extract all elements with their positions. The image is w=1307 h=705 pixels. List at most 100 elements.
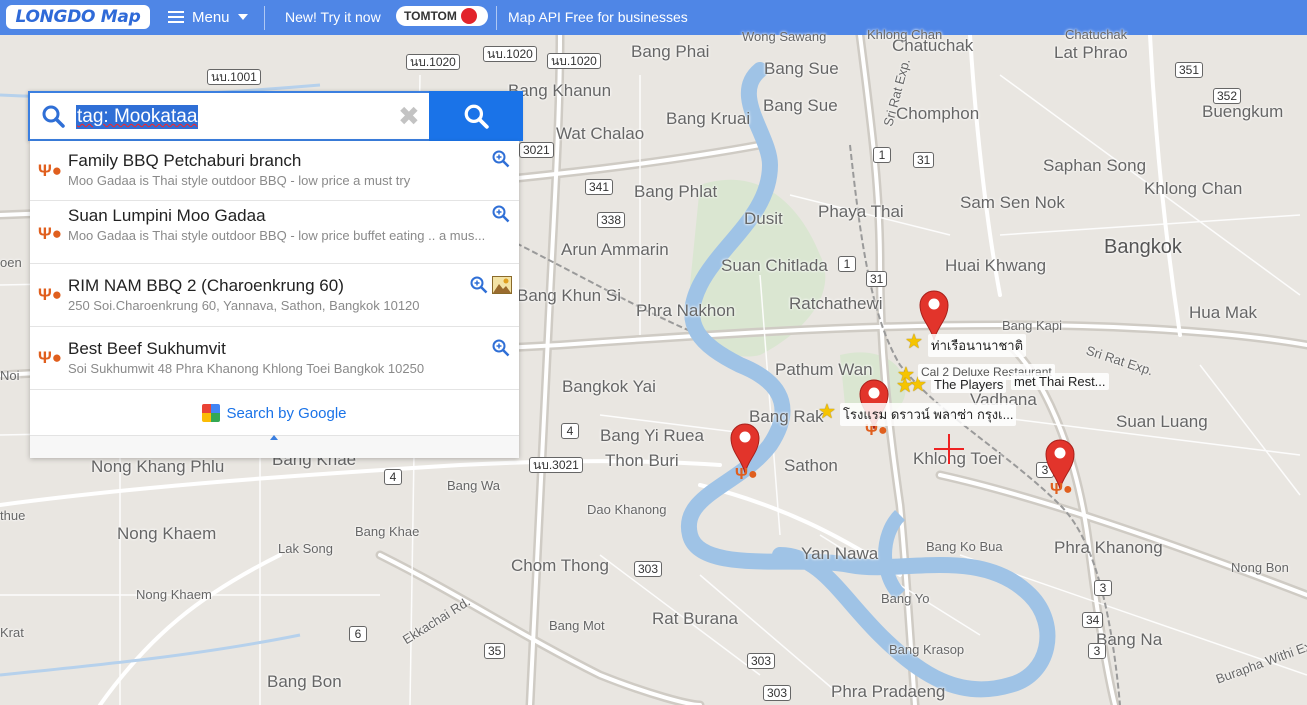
route-shield: 351 (1175, 62, 1204, 78)
search-icon (464, 104, 489, 129)
map-place-label: Bang Yi Ruea (600, 426, 704, 445)
zoom-in-icon[interactable] (492, 339, 510, 357)
result-name[interactable]: Family BBQ Petchaburi branch (68, 151, 301, 171)
zoom-in-icon[interactable] (492, 150, 510, 168)
star-poi-icon[interactable]: ★ (905, 332, 923, 352)
search-button[interactable] (429, 91, 523, 141)
restaurant-icon: Ψ● (38, 161, 63, 180)
map-place-label: Lak Song (278, 541, 333, 556)
map-place-label: Bang Phai (631, 42, 710, 61)
tomtom-badge[interactable]: TOMTOM (396, 6, 488, 26)
panel-collapse-handle[interactable] (30, 435, 519, 458)
map-place-label: Khlong Chan (867, 27, 943, 42)
map-place-label: Chatuchak (1065, 27, 1128, 42)
map-api-link[interactable]: Map API Free for businesses (508, 9, 688, 25)
map-place-label: Bang Phlat (634, 182, 718, 201)
map-place-label: Huai Khwang (945, 256, 1047, 275)
route-shield: 34 (1082, 612, 1104, 628)
map-place-label: Nong Khaem (117, 524, 217, 543)
map-place-label: Nong Khaem (136, 587, 212, 602)
poi-label[interactable]: ท่าเรือนานาชาติ (928, 334, 1027, 357)
route-shield: 31 (913, 152, 935, 168)
star-poi-icon[interactable]: ★ (818, 402, 836, 422)
star-poi-icon[interactable]: ★ (896, 376, 914, 396)
route-shield: นบ.1020 (547, 53, 601, 69)
result-item[interactable]: Ψ● Best Beef Sukhumvit Soi Sukhumwit 48 … (30, 326, 519, 390)
divider (264, 6, 265, 30)
result-name[interactable]: Best Beef Sukhumvit (68, 339, 226, 359)
route-shield: 31 (866, 271, 888, 287)
map-place-label: Wong Sawang (742, 29, 827, 44)
map-place-label: Bang Wa (447, 478, 500, 493)
map-place-label: Rat Burana (652, 609, 738, 628)
search-input[interactable]: tag: Mookataa (76, 105, 199, 129)
result-description: Moo Gadaa is Thai style outdoor BBQ - lo… (68, 228, 486, 243)
photo-icon[interactable] (492, 276, 512, 294)
clear-search-icon[interactable]: ✖ (398, 102, 420, 130)
route-shield: 35 (484, 643, 506, 659)
route-shield: 6 (349, 626, 367, 642)
promo-text[interactable]: New! Try it now (285, 9, 381, 25)
longdo-logo[interactable]: LONGDO Map (6, 5, 150, 29)
menu-label: Menu (192, 8, 230, 26)
poi-label[interactable]: The Players (931, 376, 1007, 393)
zoom-in-icon[interactable] (470, 276, 488, 294)
result-item[interactable]: Ψ● Suan Lumpini Moo Gadaa Moo Gadaa is T… (30, 200, 519, 264)
result-name[interactable]: RIM NAM BBQ 2 (Charoenkrung 60) (68, 276, 344, 296)
map-place-label: Bang Bon (267, 672, 342, 691)
route-shield: 303 (747, 653, 776, 669)
result-item[interactable]: Ψ● RIM NAM BBQ 2 (Charoenkrung 60) 250 S… (30, 263, 519, 327)
result-description: Soi Sukhumwit 48 Phra Khanong Khlong Toe… (68, 361, 425, 376)
route-shield: 4 (384, 469, 402, 485)
poi-label[interactable]: met Thai Rest... (1011, 373, 1109, 390)
route-shield: 303 (763, 685, 792, 701)
route-shield: นบ.1020 (483, 46, 537, 62)
tomtom-logo-icon (460, 8, 477, 24)
menu-button[interactable]: Menu (168, 6, 248, 28)
map-place-label: Bang Khae (355, 524, 420, 539)
restaurant-icon: Ψ● (38, 285, 63, 304)
route-shield: 4 (561, 423, 579, 439)
map-place-label: Bang Mot (549, 618, 605, 633)
search-box: tag: Mookataa ✖ (28, 91, 523, 141)
restaurant-icon[interactable]: Ψ● (1050, 481, 1073, 499)
map-place-label: Bang Kapi (1002, 318, 1062, 333)
map-place-label: Buengkum (1202, 102, 1284, 121)
route-shield: 3021 (519, 142, 554, 158)
route-shield: 352 (1213, 88, 1242, 104)
restaurant-icon[interactable]: Ψ● (735, 466, 758, 484)
map-place-label: Bang Sue (763, 96, 838, 115)
map-place-label: Noi (0, 368, 20, 383)
map-place-label: Nong Bon (1231, 560, 1289, 575)
result-item[interactable]: Ψ● Family BBQ Petchaburi branch Moo Gada… (30, 141, 519, 201)
result-description: Moo Gadaa is Thai style outdoor BBQ - lo… (68, 173, 411, 188)
search-by-google-button[interactable]: Search by Google (30, 391, 519, 435)
map-place-label: Phaya Thai (818, 202, 904, 221)
map-place-label: Dusit (744, 209, 783, 228)
route-shield: 303 (634, 561, 663, 577)
chevron-down-icon (237, 14, 248, 20)
map-place-label: Pathum Wan (775, 360, 873, 379)
map-place-label: Nong Khang Phlu (91, 457, 225, 476)
map-place-label: Saphan Song (1043, 156, 1147, 175)
zoom-in-icon[interactable] (492, 205, 510, 223)
map-place-label: Bangkok Yai (562, 377, 656, 396)
map-place-label: Sam Sen Nok (960, 193, 1065, 212)
result-name[interactable]: Suan Lumpini Moo Gadaa (68, 206, 266, 226)
route-shield: 1 (873, 147, 891, 163)
map-place-label: Bang Rak (749, 407, 824, 426)
map-place-label: Lat Phrao (1054, 43, 1128, 62)
route-shield: นบ.3021 (529, 457, 583, 473)
map-place-label: thue (0, 508, 26, 523)
map-place-label: Bang Khanun (508, 81, 612, 100)
google-icon (202, 404, 221, 422)
map-place-label: Bang Yo (881, 591, 930, 606)
chevron-up-icon (270, 435, 278, 440)
hamburger-icon (168, 11, 184, 23)
map-place-label: oen (0, 255, 22, 270)
map-place-label: Bang Kruai (666, 109, 751, 128)
map-place-label: Phra Nakhon (636, 301, 736, 320)
poi-label[interactable]: โรงแรม ดราวน์ พลาซ่า กรุงเ... (840, 403, 1017, 426)
search-by-google-label: Search by Google (226, 404, 347, 422)
map-place-label: Khlong Chan (1144, 179, 1243, 198)
